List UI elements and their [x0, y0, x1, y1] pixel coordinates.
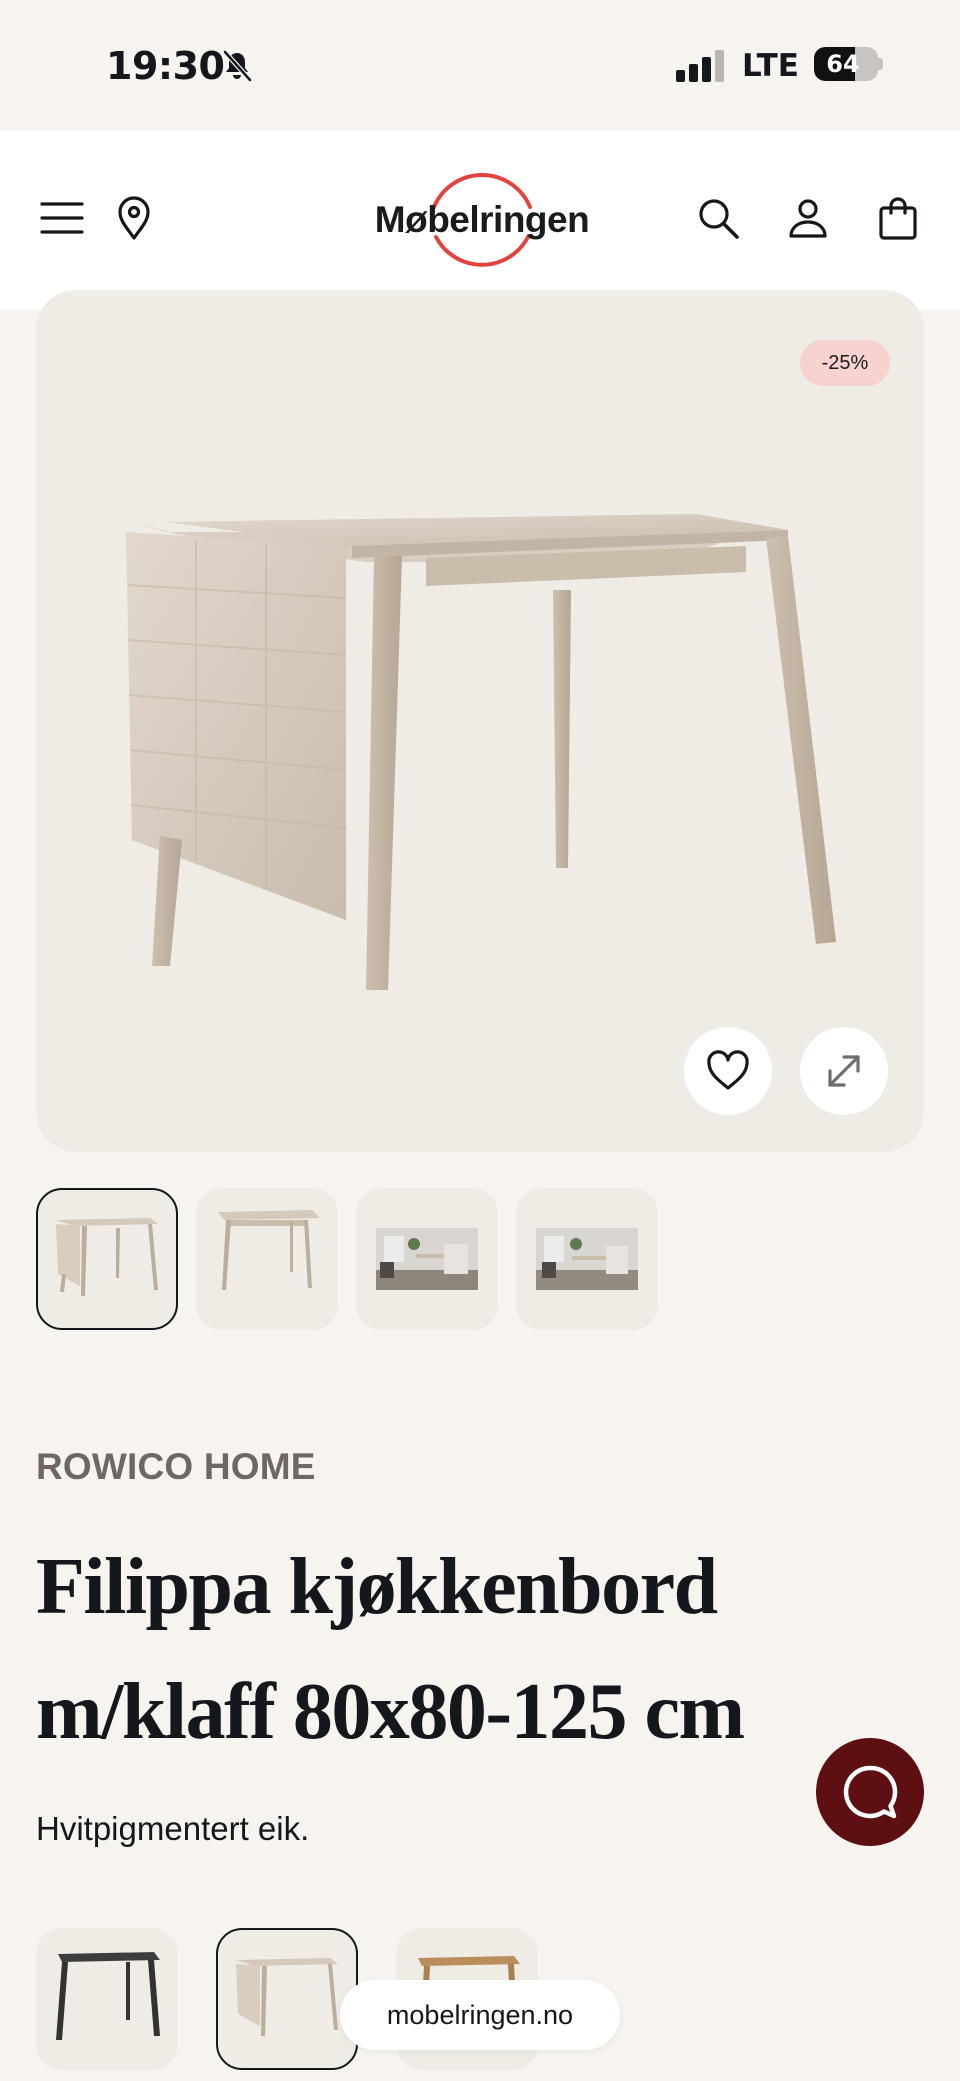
product-title-line: m/klaff 80x80-125 cm [36, 1668, 745, 1756]
product-brand[interactable]: ROWICO HOME [36, 1446, 316, 1488]
thumbnail-room-scene-icon [536, 1228, 638, 1290]
gallery-thumbnail[interactable] [36, 1188, 178, 1330]
drop-leaf-table-image [126, 514, 836, 990]
network-type: LTE [742, 48, 799, 84]
expand-arrows-icon [828, 1055, 860, 1087]
battery-icon: 64 [814, 47, 878, 81]
bell-slash-icon [223, 50, 252, 82]
site-logo[interactable]: Møbelringen [362, 161, 602, 277]
battery-nub [878, 58, 883, 70]
product-title: Filippa kjøkkenbord m/klaff 80x80-125 cm [36, 1525, 836, 1775]
chat-bubble-icon [843, 1765, 898, 1819]
product-title-line: Filippa kjøkkenbord [36, 1543, 718, 1631]
variant-swatch[interactable] [216, 1928, 358, 2070]
location-pin-icon[interactable] [110, 194, 158, 242]
thumbnail-table-icon [218, 1210, 320, 1290]
shopping-bag-icon[interactable] [874, 194, 922, 242]
battery-level: 64 [826, 50, 860, 78]
gallery-thumbnail[interactable] [356, 1188, 498, 1330]
expand-image-button[interactable] [800, 1027, 888, 1115]
product-hero-image[interactable]: -25% [36, 290, 924, 1152]
menu-icon[interactable] [38, 194, 86, 242]
favorite-button[interactable] [684, 1027, 772, 1115]
discount-badge: -25% [800, 340, 890, 386]
product-subtitle: Hvitpigmentert eik. [36, 1810, 310, 1847]
gallery-thumbnail[interactable] [196, 1188, 338, 1330]
heart-icon [707, 1050, 749, 1090]
browser-url-pill[interactable]: mobelringen.no [340, 1980, 620, 2050]
gallery-thumbnail[interactable] [516, 1188, 658, 1330]
thumbnail-room-scene-icon [376, 1228, 478, 1290]
site-header: Møbelringen [0, 131, 960, 310]
search-icon[interactable] [694, 194, 742, 242]
status-bar: 19:30 LTE 64 [0, 0, 960, 131]
user-icon[interactable] [784, 194, 832, 242]
variant-swatch[interactable] [36, 1928, 178, 2070]
status-time: 19:30 [106, 44, 225, 88]
thumbnail-table-leaf-icon [56, 1218, 158, 1296]
chat-button[interactable] [816, 1738, 924, 1846]
signal-bars-icon [676, 50, 724, 82]
variant-dark-table-icon [56, 1952, 160, 2040]
logo-text: Møbelringen [374, 199, 590, 240]
variant-whitewash-table-icon [236, 1958, 338, 2036]
